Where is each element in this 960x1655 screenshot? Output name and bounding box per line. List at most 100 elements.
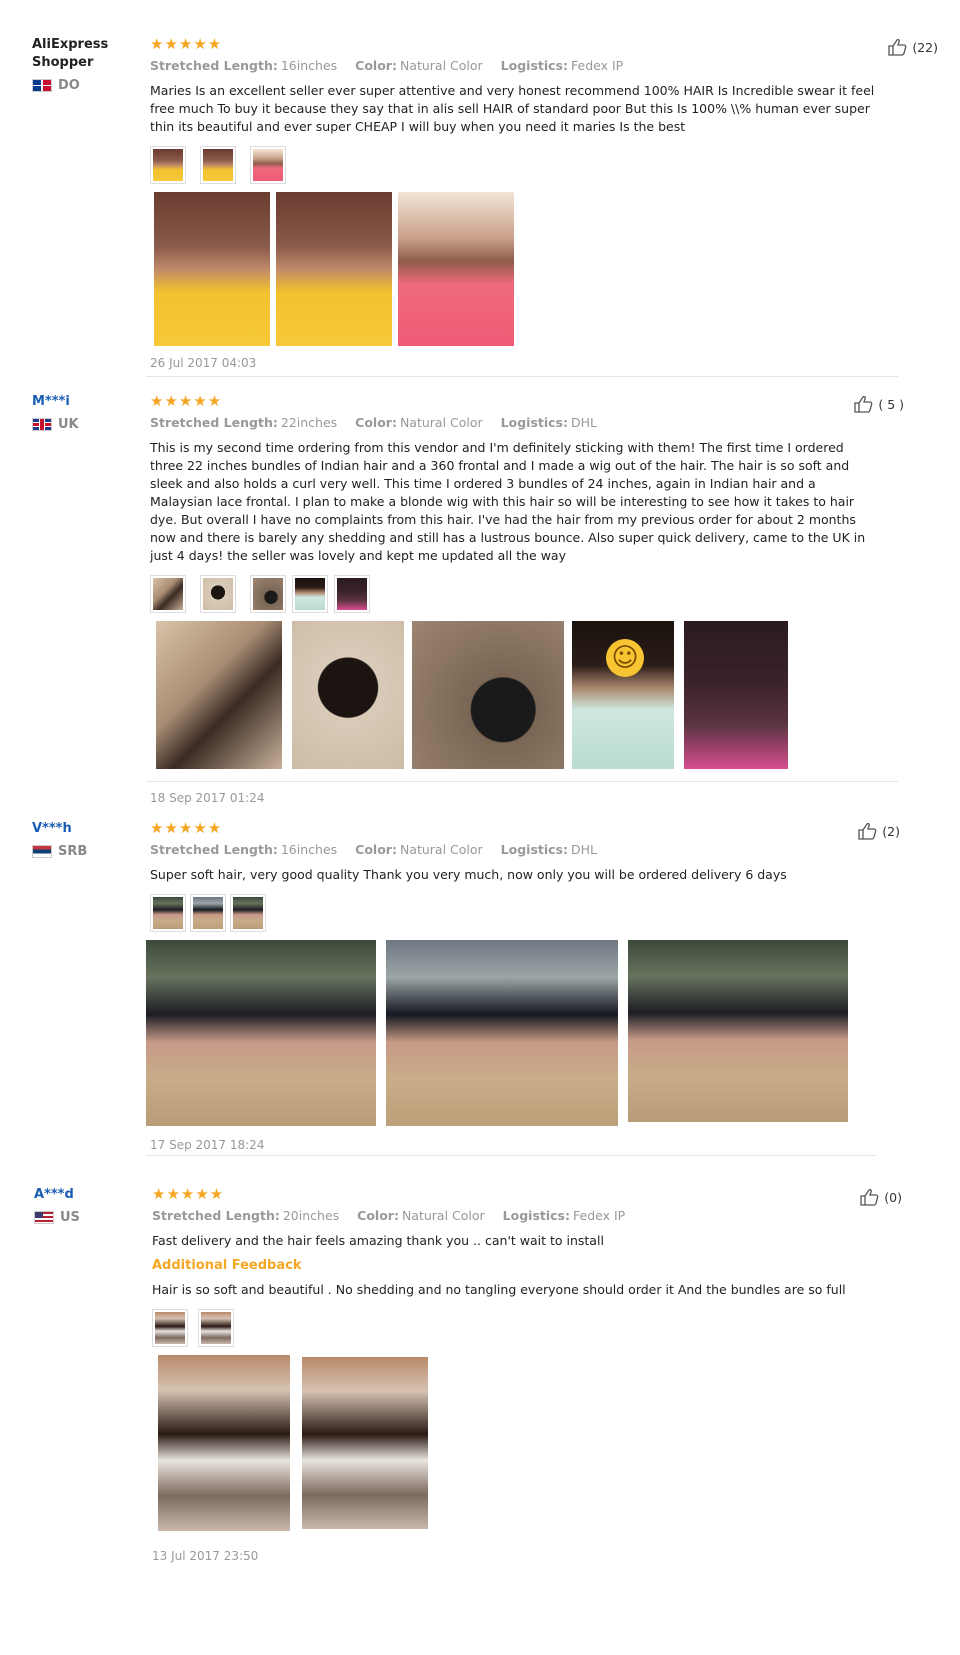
reviewer-name[interactable]: A***d [34, 1186, 114, 1204]
review-text: This is my second time ordering from thi… [150, 440, 866, 563]
review-photo[interactable] [302, 1357, 428, 1529]
logistics-label: Logistics: [500, 58, 568, 73]
review-photo[interactable] [628, 940, 848, 1122]
helpful-count: (22) [912, 39, 938, 55]
reviewer-country: SRB [32, 844, 112, 859]
review-photo[interactable] [398, 192, 514, 346]
review-date: 17 Sep 2017 18:24 [150, 1138, 265, 1152]
photo-gallery [150, 192, 910, 348]
country-code: SRB [58, 844, 88, 859]
helpful-count: (0) [884, 1189, 902, 1205]
reviewer-info: V***h SRB [32, 820, 112, 859]
photo-thumbnail[interactable] [198, 1309, 234, 1347]
star-rating: ★★★★★ [150, 819, 223, 837]
photo-gallery [146, 940, 910, 1126]
color-value: Natural Color [401, 1208, 485, 1223]
review-content: ★★★★★ Stretched Length: 16inches Color: Na… [150, 36, 910, 370]
length-value: 16inches [280, 842, 338, 857]
review-divider [146, 781, 898, 782]
review-content: ★★★★★ Stretched Length: 22inches Color: Na… [150, 393, 910, 805]
length-label: Stretched Length: [150, 415, 278, 430]
country-code: UK [58, 417, 79, 432]
flag-icon [34, 1211, 54, 1224]
review-photo[interactable] [156, 621, 282, 769]
logistics-label: Logistics: [500, 415, 568, 430]
thumbs-up-icon [860, 1188, 879, 1206]
photo-thumbnails [150, 146, 910, 184]
helpful-button[interactable]: (2) [858, 822, 900, 840]
product-properties: Stretched Length: 20inches Color: Natural … [152, 1208, 912, 1224]
star-rating: ★★★★★ [152, 1185, 225, 1203]
photo-thumbnail[interactable] [150, 894, 186, 932]
review-divider [146, 1155, 876, 1156]
review-date: 13 Jul 2017 23:50 [152, 1549, 259, 1563]
thumbs-up-icon [854, 395, 873, 413]
photo-thumbnail[interactable] [150, 575, 186, 613]
smiley-emoji-icon: ☺ [606, 639, 644, 677]
logistics-value: DHL [571, 415, 597, 430]
review-photo[interactable] [412, 621, 564, 769]
flag-icon [32, 418, 52, 431]
review-divider [146, 376, 898, 377]
photo-gallery: ☺ [150, 621, 910, 771]
review-photo[interactable] [684, 621, 788, 769]
reviewer-info: A***d US [34, 1186, 114, 1225]
reviewer-info: M***i UK [32, 393, 112, 432]
color-value: Natural Color [399, 842, 483, 857]
product-properties: Stretched Length: 16inches Color: Natural … [150, 58, 910, 74]
logistics-value: Fedex IP [571, 58, 624, 73]
color-label: Color: [355, 842, 397, 857]
logistics-label: Logistics: [502, 1208, 570, 1223]
photo-thumbnail[interactable] [200, 575, 236, 613]
photo-thumbnail[interactable] [200, 146, 236, 184]
review-text: Fast delivery and the hair feels amazing… [152, 1233, 604, 1248]
photo-thumbnail[interactable] [152, 1309, 188, 1347]
review-photo[interactable] [146, 940, 376, 1126]
photo-thumbnail[interactable] [190, 894, 226, 932]
length-value: 22inches [280, 415, 338, 430]
review-photo[interactable] [386, 940, 618, 1126]
color-value: Natural Color [399, 58, 483, 73]
length-label: Stretched Length: [150, 842, 278, 857]
additional-feedback-text: Hair is so soft and beautiful . No shedd… [152, 1282, 846, 1297]
reviewer-name: AliExpress Shopper [32, 37, 109, 70]
helpful-count: ( 5 ) [878, 396, 904, 412]
photo-thumbnails [152, 1309, 912, 1347]
helpful-button[interactable]: (0) [860, 1188, 902, 1206]
country-code: DO [58, 78, 80, 93]
review-content: ★★★★★ Stretched Length: 16inches Color: Na… [146, 819, 910, 1152]
thumbs-up-icon [888, 38, 907, 56]
reviewer-name[interactable]: V***h [32, 820, 112, 838]
helpful-button[interactable]: (22) [888, 38, 938, 56]
product-properties: Stretched Length: 16inches Color: Natural … [150, 842, 910, 858]
photo-thumbnails [150, 894, 910, 932]
photo-thumbnail[interactable] [230, 894, 266, 932]
photo-thumbnail[interactable] [150, 146, 186, 184]
logistics-value: DHL [571, 842, 597, 857]
length-value: 16inches [280, 58, 338, 73]
helpful-button[interactable]: ( 5 ) [854, 395, 904, 413]
review-photo[interactable] [158, 1355, 290, 1531]
reviewer-country: DO [32, 78, 112, 93]
photo-thumbnail[interactable] [250, 146, 286, 184]
photo-gallery [152, 1355, 912, 1531]
logistics-label: Logistics: [500, 842, 568, 857]
reviewer-name[interactable]: M***i [32, 393, 112, 411]
country-code: US [60, 1210, 80, 1225]
star-rating: ★★★★★ [150, 392, 223, 410]
review-photo[interactable] [276, 192, 392, 346]
review-date: 18 Sep 2017 01:24 [150, 791, 265, 805]
reviewer-country: US [34, 1210, 114, 1225]
additional-feedback-heading: Additional Feedback [152, 1258, 302, 1273]
review-date: 26 Jul 2017 04:03 [150, 356, 257, 370]
flag-icon [32, 79, 52, 92]
thumbs-up-icon [858, 822, 877, 840]
review-photo[interactable]: ☺ [572, 621, 674, 769]
photo-thumbnail[interactable] [334, 575, 370, 613]
photo-thumbnail[interactable] [292, 575, 328, 613]
review-photo[interactable] [292, 621, 404, 769]
review-photo[interactable] [154, 192, 270, 346]
photo-thumbnail[interactable] [250, 575, 286, 613]
length-label: Stretched Length: [150, 58, 278, 73]
reviewer-info: AliExpress Shopper DO [32, 36, 112, 93]
